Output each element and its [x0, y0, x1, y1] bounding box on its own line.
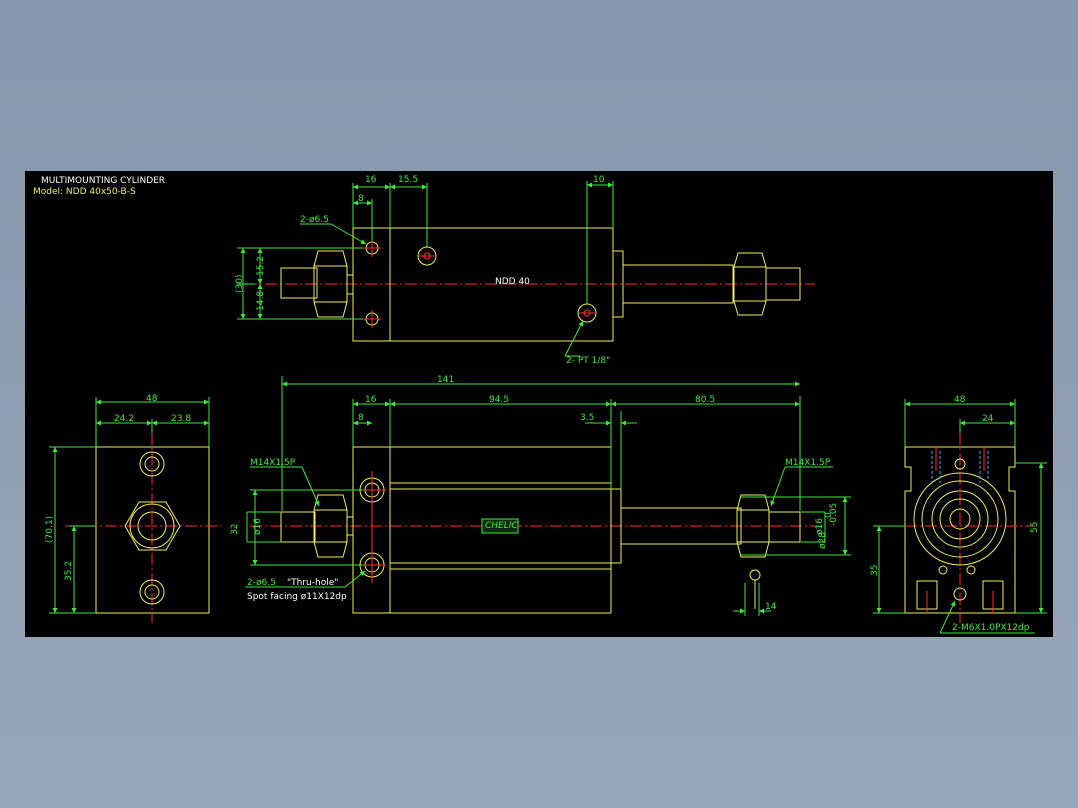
title-line-2: Model: NDD 40x50-B-S: [33, 187, 136, 197]
right-dim-48: 48: [954, 395, 966, 405]
front-hole-note-1: 2-ø6.5: [247, 578, 276, 588]
top-dim-14-8: 14.8: [256, 291, 266, 311]
front-view: CHELIC 141 16 94.5 80.5 8 3.5 M14X1.5P M…: [230, 375, 851, 616]
right-view: 48 24 55 35 2-M6X1.0PX12dp: [870, 395, 1047, 634]
front-tol-lower: -0.05: [829, 503, 839, 526]
front-dim-3-5: 3.5: [580, 413, 594, 423]
cad-drawing-canvas: MULTIMOUNTING CYLINDER Model: NDD 40x50-…: [25, 171, 1053, 637]
left-dim-35-2: 35.2: [64, 561, 74, 581]
brand-text: CHELIC: [485, 521, 518, 531]
front-dim-141: 141: [437, 375, 454, 385]
top-dim-30: (30): [235, 275, 245, 293]
left-dim-24-2: 24.2: [114, 414, 134, 424]
front-dim-8: 8: [358, 413, 364, 423]
front-hole-note-2: Spot facing ø11X12dp: [247, 592, 347, 602]
title-line-1: MULTIMOUNTING CYLINDER: [41, 176, 165, 186]
front-thread-left: M14X1.5P: [250, 458, 296, 468]
top-dim-15-2: 15.2: [256, 256, 266, 276]
front-dim-14: 14: [765, 602, 777, 612]
left-dim-23-8: 23.8: [171, 414, 191, 424]
front-dim-phi28: ø28: [818, 532, 828, 549]
right-dim-35: 35: [870, 565, 880, 576]
top-view: NDD 40 16 15.5 10 8 2-ø6.5 (30) 15.2 14.…: [235, 175, 815, 366]
front-hole-note-1b: "Thru-hole": [287, 578, 338, 588]
title-block: MULTIMOUNTING CYLINDER Model: NDD 40x50-…: [33, 176, 165, 197]
front-dim-phi16-left: ø16: [253, 518, 263, 535]
front-dim-16: 16: [365, 395, 377, 405]
right-dim-24: 24: [982, 414, 994, 424]
top-port-note: 2- PT 1/8": [566, 356, 610, 366]
front-dim-32: 32: [230, 524, 240, 535]
right-thread-note: 2-M6X1.0PX12dp: [952, 623, 1030, 633]
front-dim-80-5: 80.5: [695, 395, 715, 405]
right-dim-55: 55: [1030, 522, 1040, 533]
front-thread-right: M14X1.5P: [785, 458, 831, 468]
left-dim-70-1: (70.1): [45, 516, 55, 543]
top-hole-note: 2-ø6.5: [300, 215, 329, 225]
top-dim-8: 8: [358, 194, 364, 204]
top-dim-10: 10: [593, 175, 605, 185]
front-dim-94-5: 94.5: [489, 395, 509, 405]
cad-drawing: MULTIMOUNTING CYLINDER Model: NDD 40x50-…: [33, 175, 1047, 634]
left-dim-48: 48: [146, 394, 158, 404]
left-view: 48 24.2 23.8 (70.1) 35.2: [45, 394, 221, 623]
top-dim-15-5: 15.5: [398, 175, 418, 185]
top-dim-16: 16: [365, 175, 377, 185]
top-small-mark: NDD 40: [495, 277, 530, 287]
